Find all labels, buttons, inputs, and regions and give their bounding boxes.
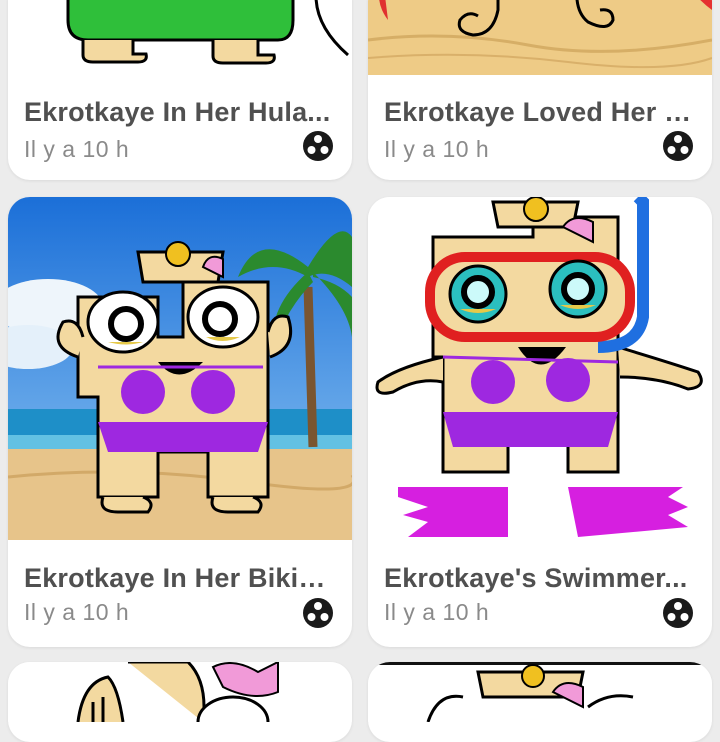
thumbnail-bikini-beach — [8, 197, 352, 540]
thumbnail-swimmer — [368, 197, 712, 540]
thumbnail-partial-5 — [8, 662, 352, 722]
thumbnail-partial-6 — [368, 662, 712, 722]
card-title[interactable]: Ekrotkaye In Her Bikini... — [24, 563, 336, 594]
card-title[interactable]: Ekrotkaye Loved Her Bi... — [384, 97, 696, 128]
three-dots-app-icon[interactable] — [302, 130, 334, 162]
thumbnail-beach — [368, 0, 712, 75]
feed-card-3[interactable]: Ekrotkaye In Her Bikini... Il y a 10 h — [8, 197, 352, 647]
feed-card-1[interactable]: Ekrotkaye In Her Hula... Il y a 10 h — [8, 0, 352, 180]
card-timestamp: Il y a 10 h — [384, 136, 490, 162]
feed-card-4[interactable]: Ekrotkaye's Swimmer... Il y a 10 h — [368, 197, 712, 647]
feed-card-6[interactable] — [368, 662, 712, 742]
feed-card-5[interactable] — [8, 662, 352, 742]
feed-card-2[interactable]: Ekrotkaye Loved Her Bi... Il y a 10 h — [368, 0, 712, 180]
three-dots-app-icon[interactable] — [662, 130, 694, 162]
card-title[interactable]: Ekrotkaye's Swimmer... — [384, 563, 696, 594]
three-dots-app-icon[interactable] — [662, 597, 694, 629]
card-timestamp: Il y a 10 h — [384, 599, 490, 625]
card-timestamp: Il y a 10 h — [24, 599, 130, 625]
three-dots-app-icon[interactable] — [302, 597, 334, 629]
card-timestamp: Il y a 10 h — [24, 136, 130, 162]
card-title[interactable]: Ekrotkaye In Her Hula... — [24, 97, 336, 128]
thumbnail-hula — [8, 0, 352, 75]
